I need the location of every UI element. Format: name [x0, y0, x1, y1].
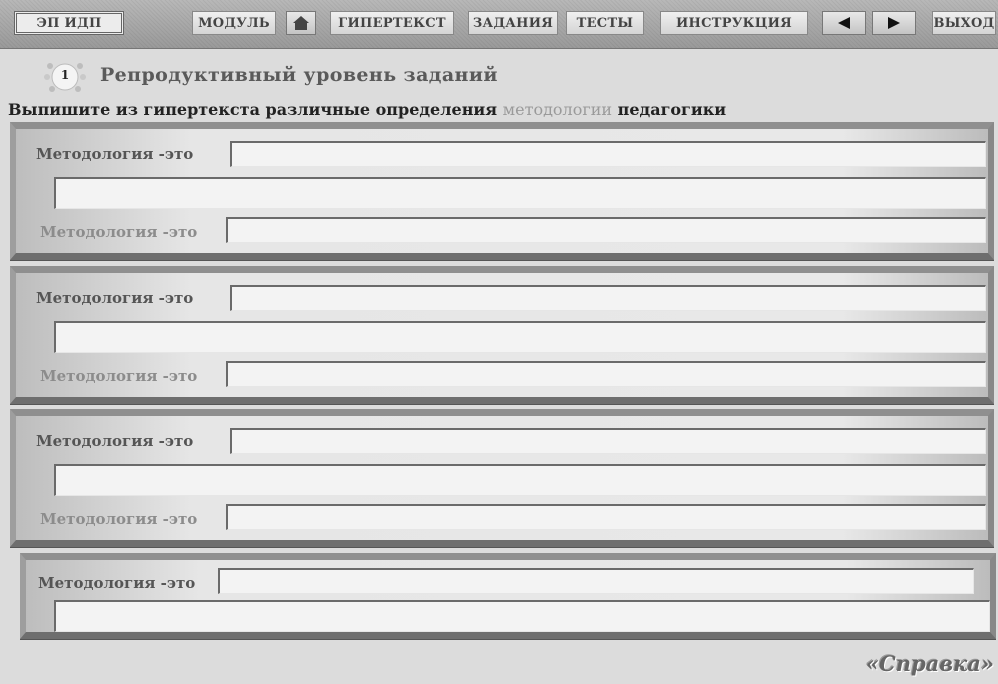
level-number-badge: 1 — [44, 60, 86, 94]
definition-label: Методология -это — [38, 574, 196, 592]
definition-input[interactable] — [226, 217, 986, 243]
arrow-right-icon — [888, 17, 900, 29]
definition-continuation-input[interactable] — [54, 321, 986, 353]
definition-panel-1: Методология -это Методология -это — [10, 122, 994, 260]
nav-module-button[interactable]: МОДУЛЬ — [192, 11, 276, 35]
instruction-term-methodology: методологии — [502, 100, 613, 119]
definition-panel-4: Методология -это — [20, 553, 996, 639]
definition-panel-3: Методология -это Методология -это — [10, 409, 994, 547]
level-number: 1 — [60, 68, 70, 82]
definition-continuation-input[interactable] — [54, 464, 986, 496]
definition-continuation-input[interactable] — [54, 177, 986, 209]
definition-continuation-input[interactable] — [54, 600, 990, 632]
instruction-text: Выпишите из гипертекста различные опреде… — [8, 100, 498, 119]
nav-back-button[interactable] — [822, 11, 866, 35]
definition-input[interactable] — [230, 141, 986, 167]
definition-label: Методология -это — [36, 432, 194, 450]
home-icon — [293, 16, 309, 30]
definition-panel-2: Методология -это Методология -это — [10, 266, 994, 404]
nav-exit-button[interactable]: ВЫХОД — [932, 11, 996, 35]
help-link[interactable]: «Справка» — [866, 651, 994, 676]
definition-input[interactable] — [226, 361, 986, 387]
definition-label: Методология -это — [36, 145, 194, 163]
task-instruction: Выпишите из гипертекста различные опреде… — [8, 100, 726, 119]
page-title: Репродуктивный уровень заданий — [100, 64, 498, 86]
definition-label: Методология -это — [40, 510, 198, 528]
definition-input[interactable] — [230, 285, 986, 311]
definition-input[interactable] — [230, 428, 986, 454]
definition-input[interactable] — [218, 568, 974, 594]
definition-label: Методология -это — [36, 289, 194, 307]
nav-instruction-button[interactable]: ИНСТРУКЦИЯ — [660, 11, 808, 35]
instruction-term-pedagogy: педагогики — [617, 100, 727, 119]
nav-tasks-button[interactable]: ЗАДАНИЯ — [468, 11, 558, 35]
definition-input[interactable] — [226, 504, 986, 530]
arrow-left-icon — [838, 17, 850, 29]
nav-tests-button[interactable]: ТЕСТЫ — [566, 11, 644, 35]
definition-label: Методология -это — [40, 223, 198, 241]
definition-label: Методология -это — [40, 367, 198, 385]
top-nav-bar: ЭП ИДП МОДУЛЬ ГИПЕРТЕКСТ ЗАДАНИЯ ТЕСТЫ И… — [0, 0, 998, 49]
nav-hypertext-button[interactable]: ГИПЕРТЕКСТ — [330, 11, 454, 35]
nav-forward-button[interactable] — [872, 11, 916, 35]
nav-home-button[interactable] — [286, 11, 316, 35]
nav-ep-idp-button[interactable]: ЭП ИДП — [14, 11, 124, 35]
